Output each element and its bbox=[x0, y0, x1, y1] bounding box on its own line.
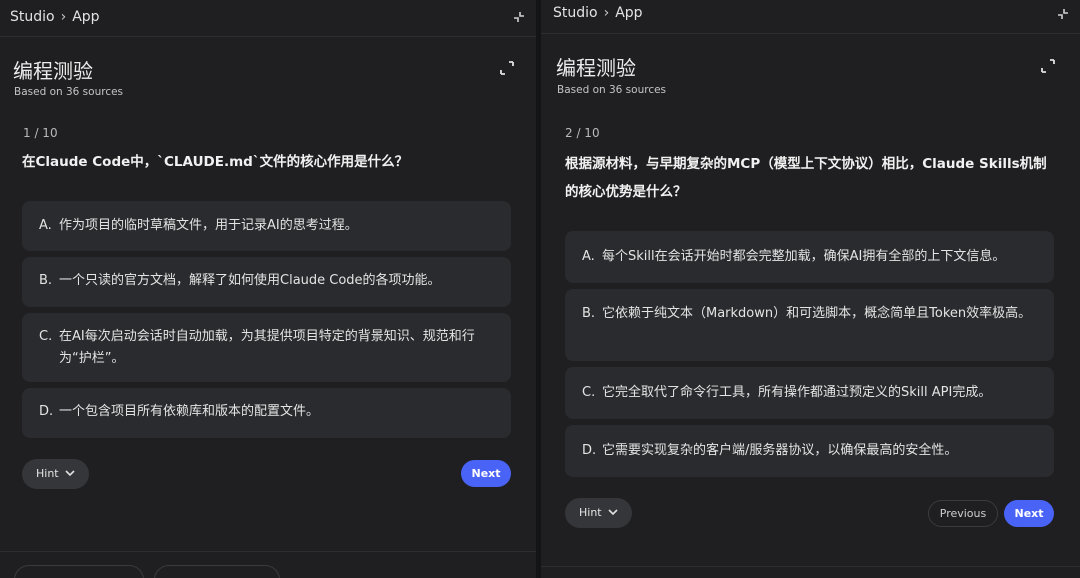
footer-chip-2[interactable] bbox=[154, 565, 280, 578]
option-text: 它需要实现复杂的客户端/服务器协议，以确保最高的安全性。 bbox=[602, 443, 958, 458]
breadcrumb: Studio › App bbox=[10, 9, 100, 25]
question-text: 在Claude Code中，`CLAUDE.md`文件的核心作用是什么？ bbox=[22, 154, 409, 170]
breadcrumb: Studio › App bbox=[553, 5, 643, 21]
option-letter: B. bbox=[39, 273, 53, 288]
option-text: 它完全取代了命令行工具，所有操作都通过预定义的Skill API完成。 bbox=[602, 385, 992, 400]
option-letter: B. bbox=[582, 306, 596, 321]
collapse-icon[interactable] bbox=[512, 10, 526, 24]
footer-divider bbox=[541, 566, 1080, 567]
quiz-panel-right: Studio › App 编程测验 Based on 36 sources 2 / … bbox=[541, 0, 1080, 578]
next-button[interactable]: Next bbox=[1004, 500, 1054, 527]
option-text: 在AI每次启动会话时自动加载，为其提供项目特定的背景知识、规范和行为“护栏”。 bbox=[59, 329, 475, 366]
answer-option-a[interactable]: A. 作为项目的临时草稿文件，用于记录AI的思考过程。 bbox=[22, 201, 511, 251]
next-button[interactable]: Next bbox=[461, 460, 511, 487]
sources-caption: Based on 36 sources bbox=[557, 84, 667, 96]
option-letter: C. bbox=[582, 385, 596, 400]
answer-option-c[interactable]: C. 它完全取代了命令行工具，所有操作都通过预定义的Skill API完成。 bbox=[565, 367, 1054, 419]
fullscreen-icon[interactable] bbox=[500, 61, 514, 75]
option-letter: A. bbox=[582, 249, 595, 264]
footer-chip-1[interactable] bbox=[14, 565, 144, 578]
chevron-down-icon bbox=[608, 509, 618, 516]
page-title: 编程测验 bbox=[556, 56, 636, 80]
hint-button[interactable]: Hint bbox=[565, 498, 632, 528]
sources-caption: Based on 36 sources bbox=[14, 86, 124, 98]
panel-header-bar: Studio › App bbox=[0, 0, 536, 37]
answer-option-b[interactable]: B. 一个只读的官方文档，解释了如何使用Claude Code的各项功能。 bbox=[22, 257, 511, 307]
previous-button[interactable]: Previous bbox=[928, 500, 998, 527]
hint-label: Hint bbox=[579, 506, 602, 519]
chevron-down-icon bbox=[65, 470, 75, 477]
option-letter: C. bbox=[39, 329, 53, 344]
option-text: 一个只读的官方文档，解释了如何使用Claude Code的各项功能。 bbox=[59, 273, 441, 288]
panel-header-bar: Studio › App bbox=[541, 0, 1080, 34]
hint-button[interactable]: Hint bbox=[22, 459, 89, 489]
breadcrumb-app[interactable]: App bbox=[615, 5, 642, 21]
collapse-icon[interactable] bbox=[1056, 7, 1070, 21]
chevron-right-icon: › bbox=[60, 9, 67, 25]
answer-option-d[interactable]: D. 它需要实现复杂的客户端/服务器协议，以确保最高的安全性。 bbox=[565, 425, 1054, 477]
option-letter: D. bbox=[39, 404, 54, 419]
option-text: 一个包含项目所有依赖库和版本的配置文件。 bbox=[59, 404, 320, 419]
option-text: 每个Skill在会话开始时都会完整加载，确保AI拥有全部的上下文信息。 bbox=[602, 249, 1006, 264]
breadcrumb-app[interactable]: App bbox=[72, 9, 99, 25]
option-letter: D. bbox=[582, 443, 597, 458]
option-letter: A. bbox=[39, 218, 52, 233]
question-counter: 2 / 10 bbox=[565, 126, 600, 140]
answer-option-b[interactable]: B. 它依赖于纯文本（Markdown）和可选脚本，概念简单且Token效率极高… bbox=[565, 289, 1054, 361]
option-text: 它依赖于纯文本（Markdown）和可选脚本，概念简单且Token效率极高。 bbox=[602, 306, 1032, 321]
breadcrumb-studio[interactable]: Studio bbox=[10, 9, 55, 25]
question-text: 根据源材料，与早期复杂的MCP（模型上下文协议）相比，Claude Skills… bbox=[565, 156, 1047, 200]
quiz-panel-left: Studio › App 编程测验 Based on 36 sources 1 / … bbox=[0, 0, 536, 578]
page-title: 编程测验 bbox=[13, 59, 93, 83]
hint-label: Hint bbox=[36, 467, 59, 480]
answer-option-c[interactable]: C. 在AI每次启动会话时自动加载，为其提供项目特定的背景知识、规范和行为“护栏… bbox=[22, 313, 511, 382]
chevron-right-icon: › bbox=[603, 5, 610, 21]
question-counter: 1 / 10 bbox=[23, 126, 58, 140]
option-text: 作为项目的临时草稿文件，用于记录AI的思考过程。 bbox=[59, 218, 358, 233]
breadcrumb-studio[interactable]: Studio bbox=[553, 5, 598, 21]
footer-divider bbox=[0, 551, 536, 552]
answer-option-a[interactable]: A. 每个Skill在会话开始时都会完整加载，确保AI拥有全部的上下文信息。 bbox=[565, 231, 1054, 283]
answer-option-d[interactable]: D. 一个包含项目所有依赖库和版本的配置文件。 bbox=[22, 388, 511, 438]
fullscreen-icon[interactable] bbox=[1041, 59, 1055, 73]
